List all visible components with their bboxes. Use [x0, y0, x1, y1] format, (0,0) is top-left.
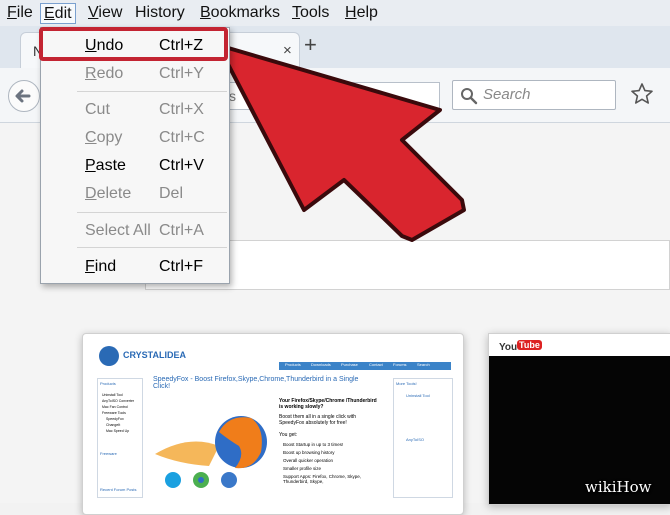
- menu-item-shortcut: Ctrl+F: [159, 258, 203, 275]
- menu-item-label: Find: [85, 258, 117, 275]
- menu-item-label: Select All: [85, 222, 151, 239]
- menu-separator: [77, 91, 227, 92]
- menu-item-find[interactable]: Find Ctrl+F: [41, 252, 229, 280]
- edit-menu-dropdown: Undo Ctrl+Z Redo Ctrl+Y Cut Ctrl+X Copy …: [40, 27, 230, 284]
- menu-separator: [77, 247, 227, 248]
- menu-item-redo[interactable]: Redo Ctrl+Y: [41, 59, 229, 87]
- menu-item-label: Cut: [85, 101, 110, 118]
- menu-item-delete[interactable]: Delete Del: [41, 179, 229, 207]
- menu-item-label: Redo: [85, 65, 124, 82]
- undo-highlight-box: [39, 27, 228, 61]
- menu-item-shortcut: Del: [159, 185, 184, 202]
- menu-item-cut[interactable]: Cut Ctrl+X: [41, 95, 229, 123]
- wikihow-watermark: wikiHow: [585, 478, 652, 496]
- menu-item-shortcut: Ctrl+Y: [159, 65, 204, 82]
- menu-item-label: Delete: [85, 185, 132, 202]
- menu-item-select-all[interactable]: Select All Ctrl+A: [41, 216, 229, 244]
- menu-item-shortcut: Ctrl+V: [159, 157, 204, 174]
- menu-item-shortcut: Ctrl+X: [159, 101, 204, 118]
- menu-separator: [77, 212, 227, 213]
- menu-item-label: Paste: [85, 157, 126, 174]
- menu-item-paste[interactable]: Paste Ctrl+V: [41, 151, 229, 179]
- menu-item-shortcut: Ctrl+A: [159, 222, 204, 239]
- menu-item-label: Copy: [85, 129, 123, 146]
- menu-item-copy[interactable]: Copy Ctrl+C: [41, 123, 229, 151]
- menu-item-shortcut: Ctrl+C: [159, 129, 205, 146]
